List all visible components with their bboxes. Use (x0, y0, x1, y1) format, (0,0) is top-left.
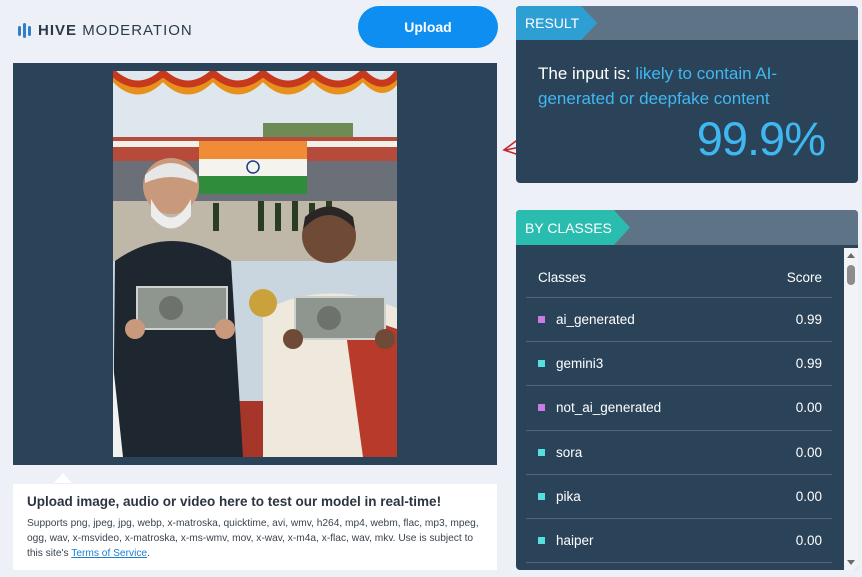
result-verdict: The input is: likely to contain AI-gener… (538, 64, 778, 108)
class-name: ai_generated (556, 312, 635, 328)
classes-scrollbar[interactable] (844, 248, 858, 570)
uploaded-image (113, 71, 397, 457)
hive-logo-icon (18, 23, 31, 38)
result-score: 99.9% (696, 112, 826, 165)
table-row: sora 0.00 (526, 431, 832, 475)
table-row: ai_generated 0.99 (526, 298, 832, 343)
classes-table-header: Classes Score (526, 257, 832, 298)
class-score: 0.00 (795, 444, 822, 460)
table-row: not_ai_generated 0.00 (526, 386, 832, 431)
class-color-swatch (538, 360, 545, 368)
class-color-swatch (538, 404, 545, 412)
class-score: 0.00 (795, 533, 822, 549)
class-name: haiper (556, 533, 594, 549)
table-row: pika 0.00 (526, 475, 832, 519)
by-classes-panel: BY CLASSES Classes Score ai_generated 0.9… (516, 210, 858, 570)
class-color-swatch (538, 316, 545, 324)
preview-pointer (54, 473, 72, 483)
class-label: sora (538, 445, 582, 460)
result-tag: RESULT (516, 6, 597, 40)
class-label: haiper (538, 533, 594, 548)
supported-formats-text: Supports png, jpeg, jpg, webp, x-matrosk… (27, 518, 479, 559)
table-row: haiper 0.00 (526, 519, 832, 564)
class-score: 0.99 (795, 356, 822, 372)
class-name: not_ai_generated (556, 400, 662, 416)
col-classes: Classes (538, 269, 587, 285)
class-color-swatch (538, 448, 545, 456)
class-score: 0.00 (795, 400, 822, 416)
upload-info-title: Upload image, audio or video here to tes… (27, 494, 442, 509)
logo-text: HIVE MODERATION (38, 22, 193, 39)
scroll-up-icon[interactable] (847, 253, 855, 258)
class-name: sora (556, 444, 583, 460)
table-row: gemini3 0.99 (526, 342, 832, 387)
terms-of-service-link[interactable]: Terms of Service (71, 548, 147, 559)
class-color-swatch (538, 537, 545, 545)
class-score: 0.00 (795, 488, 822, 504)
hive-logo[interactable]: HIVE MODERATION (18, 22, 193, 39)
classes-tag: BY CLASSES (516, 210, 630, 245)
class-label: not_ai_generated (538, 400, 661, 415)
upload-button[interactable]: Upload (358, 6, 498, 48)
class-score: 0.99 (795, 312, 822, 328)
scroll-down-icon[interactable] (847, 560, 855, 565)
classes-table: Classes Score ai_generated 0.99 gemini3 0.9… (526, 257, 832, 564)
class-color-swatch (538, 492, 545, 500)
scrollbar-thumb[interactable] (847, 265, 855, 285)
class-name: pika (556, 488, 581, 504)
upload-info-box: Upload image, audio or video here to tes… (13, 484, 497, 570)
result-panel: RESULT The input is: likely to contain A… (516, 6, 858, 183)
class-label: pika (538, 489, 581, 504)
class-label: ai_generated (538, 312, 635, 327)
image-preview-panel (13, 63, 497, 465)
class-name: gemini3 (556, 356, 604, 372)
col-score: Score (786, 269, 822, 285)
class-label: gemini3 (538, 356, 603, 371)
